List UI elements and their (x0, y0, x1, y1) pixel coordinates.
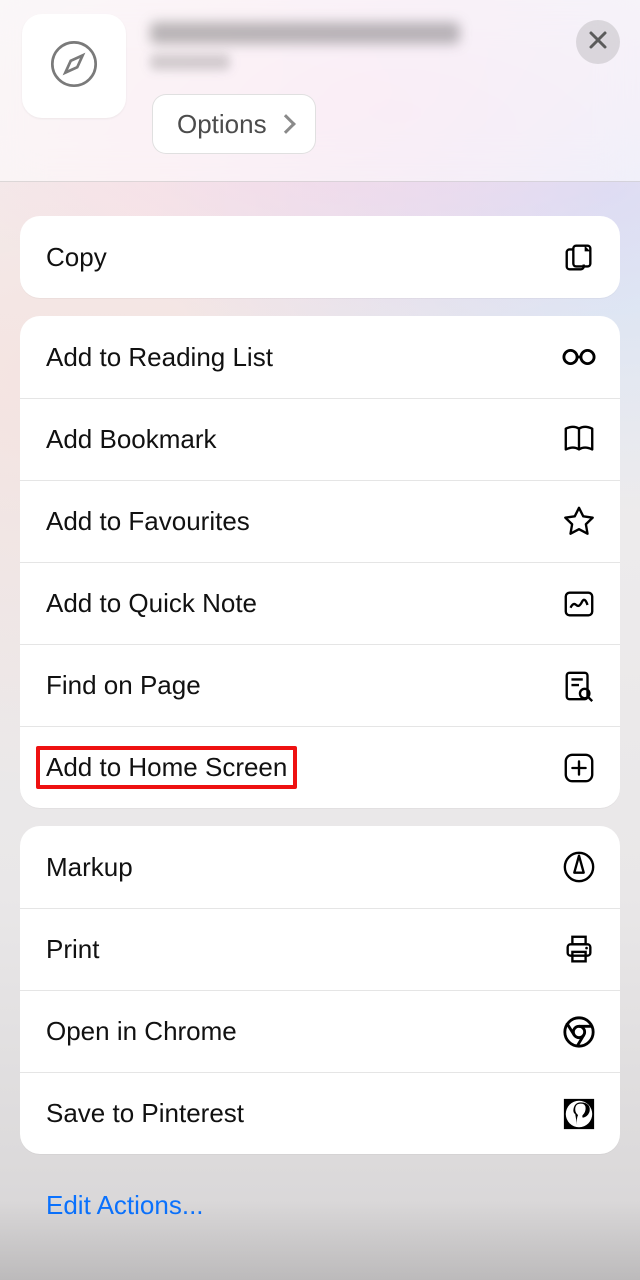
action-markup[interactable]: Markup (20, 826, 620, 908)
action-open-chrome[interactable]: Open in Chrome (20, 990, 620, 1072)
action-home-screen[interactable]: Add to Home Screen (20, 726, 620, 808)
action-copy[interactable]: Copy (20, 216, 620, 298)
safari-icon (48, 38, 100, 95)
action-find-on-page[interactable]: Find on Page (20, 644, 620, 726)
action-quick-note[interactable]: Add to Quick Note (20, 562, 620, 644)
book-icon (562, 423, 596, 457)
action-label: Find on Page (46, 670, 201, 701)
chevron-right-icon (276, 114, 296, 134)
action-label: Add Bookmark (46, 424, 217, 455)
action-label: Add to Home Screen (46, 752, 287, 782)
find-icon (562, 669, 596, 703)
markup-icon (562, 850, 596, 884)
action-label: Add to Reading List (46, 342, 273, 373)
action-save-pinterest[interactable]: Save to Pinterest (20, 1072, 620, 1154)
close-button[interactable] (576, 20, 620, 64)
share-sheet-header: Options (0, 0, 640, 182)
action-favourites[interactable]: Add to Favourites (20, 480, 620, 562)
action-group: Markup Print Open in Chrome Save to Pintere… (20, 826, 620, 1154)
action-bookmark[interactable]: Add Bookmark (20, 398, 620, 480)
action-label: Add to Favourites (46, 506, 250, 537)
action-label: Copy (46, 242, 107, 273)
action-label: Add to Quick Note (46, 588, 257, 619)
chrome-icon (562, 1015, 596, 1049)
star-icon (562, 505, 596, 539)
copy-icon (562, 240, 596, 274)
tutorial-highlight: Add to Home Screen (36, 746, 297, 789)
action-label: Open in Chrome (46, 1016, 237, 1047)
source-app-icon (22, 14, 126, 118)
action-print[interactable]: Print (20, 908, 620, 990)
action-reading-list[interactable]: Add to Reading List (20, 316, 620, 398)
action-label: Save to Pinterest (46, 1098, 244, 1129)
plus-square-icon (562, 751, 596, 785)
shared-item-title (150, 22, 550, 70)
glasses-icon (562, 340, 596, 374)
printer-icon (562, 933, 596, 967)
action-group: Copy (20, 216, 620, 298)
options-label: Options (177, 109, 267, 140)
options-button[interactable]: Options (152, 94, 316, 154)
pinterest-icon (562, 1097, 596, 1131)
action-label: Print (46, 934, 99, 965)
action-label: Markup (46, 852, 133, 883)
quicknote-icon (562, 587, 596, 621)
action-group: Add to Reading List Add Bookmark Add to Fa… (20, 316, 620, 808)
close-icon (588, 30, 608, 55)
